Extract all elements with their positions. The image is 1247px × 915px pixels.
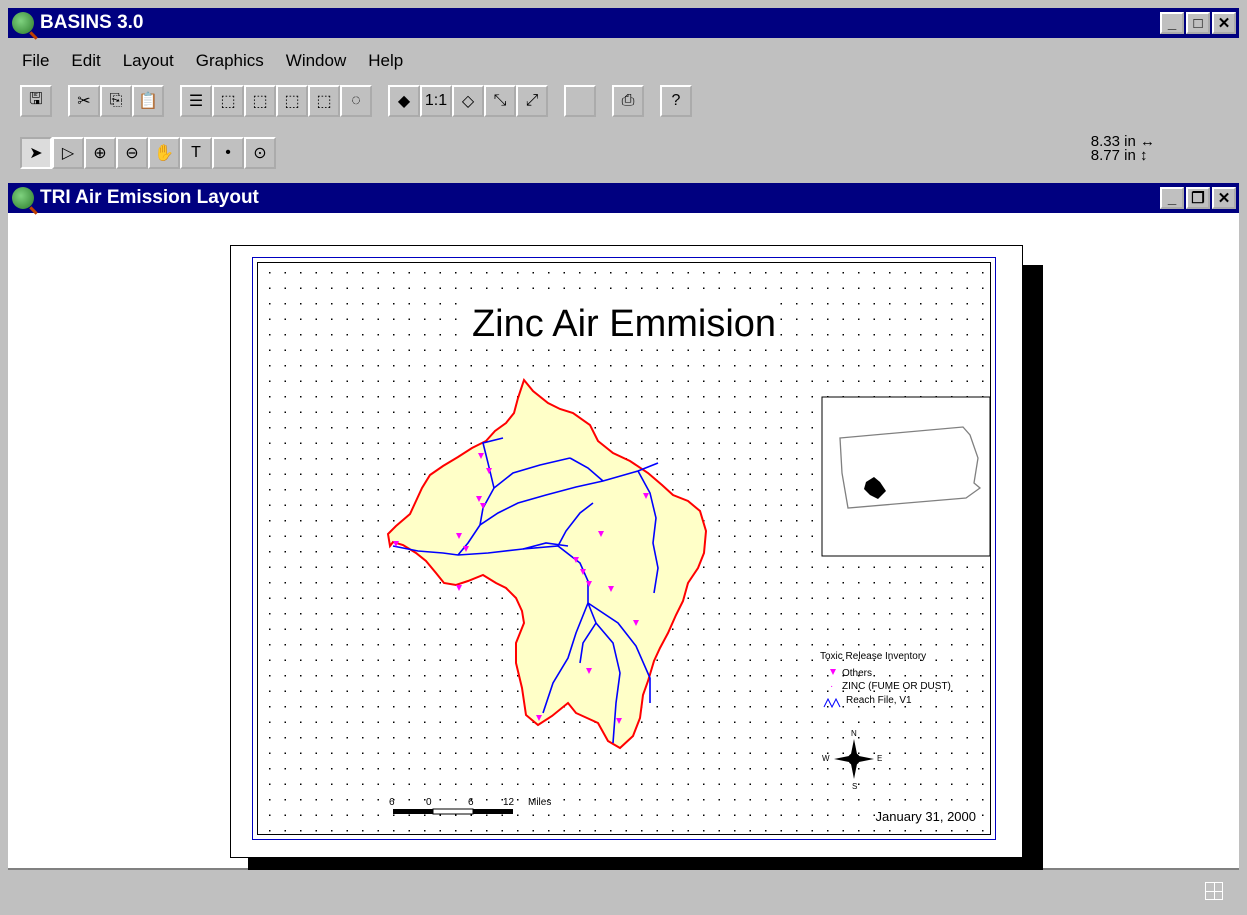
- pan-icon[interactable]: ✋: [148, 137, 180, 169]
- zoom-in-arrows-icon[interactable]: ⤡: [484, 85, 516, 117]
- tool-toolbar: ➤ ▷ ⊕ ⊖ ✋ T • ⊙: [8, 137, 1239, 169]
- layout-window-title: TRI Air Emission Layout: [40, 187, 259, 208]
- height-readout: 8.77 in: [1090, 147, 1136, 164]
- app-title: BASINS 3.0: [40, 12, 144, 33]
- identify-icon[interactable]: ⊙: [244, 137, 276, 169]
- zoom-actual-icon[interactable]: 1:1: [420, 85, 452, 117]
- north-arrow: N S W E: [822, 729, 882, 791]
- pennsylvania-outline: [839, 426, 982, 509]
- legend: Toxic Release Inventory Others · ZINC (F…: [820, 651, 951, 709]
- minimize-button[interactable]: _: [1160, 12, 1184, 34]
- legend-others-symbol: [830, 669, 836, 675]
- layout-page[interactable]: Zinc Air Emmision Toxic Release Inventor…: [230, 245, 1023, 858]
- north-label: N: [851, 729, 857, 738]
- legend-reach-label: Reach File, V1: [846, 695, 912, 706]
- button-toolbar: 🖫 ✂ ⎘ 📋 ☰ ⬚ ⬚ ⬚ ⬚ ◌ ◆ 1:1 ◇ ⤡ ⤢ ⎙ ?: [8, 85, 1239, 117]
- help-icon[interactable]: ?: [660, 85, 692, 117]
- menu-edit[interactable]: Edit: [71, 51, 100, 71]
- scale-label-6: 6: [468, 797, 474, 808]
- copy-icon[interactable]: ⎘: [100, 85, 132, 117]
- point-icon[interactable]: •: [212, 137, 244, 169]
- scale-units: Miles: [528, 797, 551, 808]
- map-canvas: Toxic Release Inventory Others · ZINC (F…: [386, 377, 990, 815]
- zoom-out-icon[interactable]: ⊖: [116, 137, 148, 169]
- legend-others-label: Others: [842, 668, 872, 679]
- zoom-out-arrows-icon[interactable]: ⤢: [516, 85, 548, 117]
- scale-label-6-left: 6: [389, 797, 395, 808]
- menu-layout[interactable]: Layout: [123, 51, 174, 71]
- pointer-icon[interactable]: ➤: [20, 137, 52, 169]
- menu-graphics[interactable]: Graphics: [196, 51, 264, 71]
- save-icon[interactable]: 🖫: [20, 85, 52, 117]
- frame-icon-3[interactable]: ⬚: [276, 85, 308, 117]
- scale-label-12: 12: [503, 797, 515, 808]
- vertex-edit-icon[interactable]: ▷: [52, 137, 84, 169]
- paste-icon[interactable]: 📋: [132, 85, 164, 117]
- legend-zinc-label: ZINC (FUME OR DUST): [842, 681, 951, 692]
- frame-icon-4[interactable]: ⬚: [308, 85, 340, 117]
- text-icon[interactable]: T: [180, 137, 212, 169]
- frame-icon[interactable]: ⬚: [212, 85, 244, 117]
- legend-reach-symbol: [823, 697, 841, 709]
- legend-zinc-symbol: ·: [830, 681, 833, 692]
- layout-window-icon: [12, 187, 34, 209]
- page-border: Zinc Air Emmision Toxic Release Inventor…: [252, 257, 996, 840]
- west-label: W: [822, 754, 830, 763]
- zoom-in-icon[interactable]: ⊕: [84, 137, 116, 169]
- properties-icon[interactable]: ☰: [180, 85, 212, 117]
- frame-icon-2[interactable]: ⬚: [244, 85, 276, 117]
- south-label: S: [852, 782, 857, 791]
- app-titlebar: BASINS 3.0 _ □ ✕: [8, 8, 1239, 38]
- blank-button-icon[interactable]: [564, 85, 596, 117]
- watershed-polygon: [386, 377, 708, 750]
- map-frame[interactable]: Zinc Air Emmision Toxic Release Inventor…: [257, 262, 991, 835]
- map-date[interactable]: January 31, 2000: [875, 809, 976, 824]
- layout-minimize-button[interactable]: _: [1160, 187, 1184, 209]
- zoom-page-icon[interactable]: ◆: [388, 85, 420, 117]
- layout-restore-button[interactable]: ❐: [1186, 187, 1210, 209]
- layout-close-button[interactable]: ✕: [1212, 187, 1236, 209]
- menu-file[interactable]: File: [22, 51, 49, 71]
- basins-logo-icon: [12, 12, 34, 34]
- lasso-icon[interactable]: ◌: [340, 85, 372, 117]
- size-readout: 8.33 in ↔ 8.77 in ↕: [1090, 133, 1155, 164]
- maximize-button[interactable]: □: [1186, 12, 1210, 34]
- print-icon[interactable]: ⎙: [612, 85, 644, 117]
- east-label: E: [877, 754, 882, 763]
- site-marker: [456, 585, 462, 591]
- close-button[interactable]: ✕: [1212, 12, 1236, 34]
- scale-bar: 6 0 6 12 Miles: [389, 797, 551, 815]
- resize-grip-icon[interactable]: [1205, 882, 1223, 900]
- cut-icon[interactable]: ✂: [68, 85, 100, 117]
- zoom-selected-icon[interactable]: ◇: [452, 85, 484, 117]
- layout-titlebar: TRI Air Emission Layout _ ❐ ✕: [8, 183, 1239, 213]
- menu-bar: File Edit Layout Graphics Window Help: [8, 48, 1239, 74]
- menu-help[interactable]: Help: [368, 51, 403, 71]
- menu-window[interactable]: Window: [286, 51, 346, 71]
- legend-title: Toxic Release Inventory: [820, 651, 926, 662]
- status-bar: [8, 870, 1239, 915]
- scale-label-0: 0: [426, 797, 432, 808]
